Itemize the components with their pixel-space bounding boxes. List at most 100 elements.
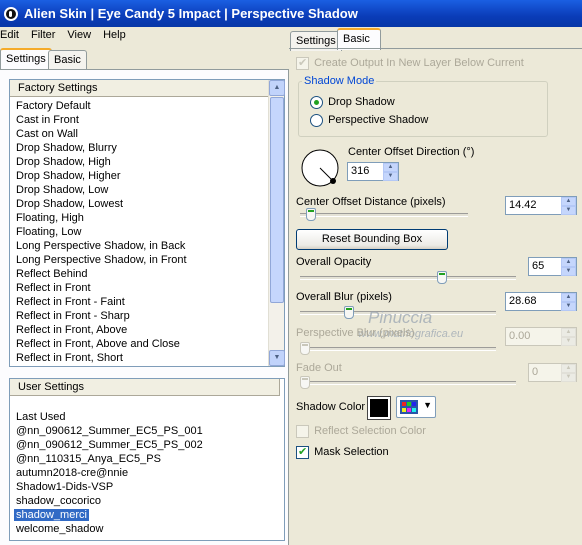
shadow-mode-group bbox=[298, 81, 548, 137]
spin-up-icon[interactable]: ▲ bbox=[383, 163, 398, 172]
perspective-blur-label: Perspective Blur (pixels) bbox=[296, 327, 415, 339]
list-item[interactable]: Reflect in Front - Sharp bbox=[10, 309, 284, 323]
tab-basic-left[interactable]: Basic bbox=[48, 50, 87, 70]
list-item[interactable]: Long Perspective Shadow, in Back bbox=[10, 239, 284, 253]
fade-out-input: 0 ▲ ▼ bbox=[528, 363, 577, 382]
list-item[interactable]: autumn2018-cre@nnie bbox=[10, 466, 284, 480]
perspective-blur-slider bbox=[300, 342, 310, 355]
list-item[interactable]: Last Used bbox=[10, 410, 284, 424]
list-item-label: autumn2018-cre@nnie bbox=[16, 467, 129, 479]
user-settings-list: User Settings Last Used @nn_090612_Summer… bbox=[9, 378, 285, 541]
list-item[interactable]: welcome_shadow bbox=[10, 522, 284, 536]
reflect-selection-color-checkbox bbox=[296, 425, 309, 438]
overall-blur-slider[interactable] bbox=[344, 306, 354, 319]
scroll-up-icon[interactable]: ▲ bbox=[269, 80, 285, 96]
watermark-name: Pinuccia bbox=[368, 308, 433, 327]
menu-help[interactable]: Help bbox=[103, 27, 132, 45]
list-item[interactable]: Reflect Behind bbox=[10, 267, 284, 281]
spin-down-icon: ▼ bbox=[561, 337, 576, 346]
drop-shadow-radio[interactable] bbox=[310, 96, 323, 109]
factory-scrollbar[interactable]: ▲ ▼ bbox=[268, 80, 285, 366]
shadow-mode-legend: Shadow Mode bbox=[302, 75, 377, 87]
menu-edit[interactable]: Edit bbox=[0, 27, 25, 45]
overall-opacity-slider[interactable] bbox=[437, 271, 447, 284]
list-item[interactable]: @nn_090612_Summer_EC5_PS_001 bbox=[10, 424, 284, 438]
dropdown-arrow-icon: ▼ bbox=[423, 400, 432, 410]
list-item[interactable]: Cast in Front bbox=[10, 113, 284, 127]
mask-selection-label: Mask Selection bbox=[314, 446, 389, 459]
list-item-label: @nn_110315_Anya_EC5_PS bbox=[16, 453, 161, 465]
spin-down-icon[interactable]: ▼ bbox=[561, 302, 576, 311]
list-item[interactable]: @nn_110315_Anya_EC5_PS bbox=[10, 452, 284, 466]
list-item[interactable]: Reflect in Front bbox=[10, 281, 284, 295]
create-output-checkbox[interactable] bbox=[296, 56, 309, 70]
spin-up-icon: ▲ bbox=[561, 328, 576, 337]
list-item[interactable]: Floating, High bbox=[10, 211, 284, 225]
list-item[interactable]: Reflect in Front, Above bbox=[10, 323, 284, 337]
perspective-blur-track bbox=[300, 347, 496, 351]
list-item[interactable]: Factory Default bbox=[10, 99, 284, 113]
create-output-label: Create Output In New Layer Below Current bbox=[314, 57, 524, 70]
user-settings-items: Last Used @nn_090612_Summer_EC5_PS_001 @nn… bbox=[10, 396, 284, 536]
spin-down-icon[interactable]: ▼ bbox=[561, 206, 576, 215]
center-offset-distance-track[interactable] bbox=[300, 213, 468, 217]
fade-out-label: Fade Out bbox=[296, 362, 342, 374]
perspective-shadow-radio[interactable] bbox=[310, 114, 323, 127]
alien-skin-app-icon bbox=[4, 6, 18, 21]
tab-settings-left[interactable]: Settings bbox=[0, 48, 52, 70]
color-palette-icon bbox=[400, 400, 418, 414]
list-item[interactable]: Floating, Low bbox=[10, 225, 284, 239]
scroll-down-icon[interactable]: ▼ bbox=[269, 350, 285, 366]
mask-selection-option[interactable]: Mask Selection bbox=[296, 445, 389, 459]
list-item[interactable]: Drop Shadow, Blurry bbox=[10, 141, 284, 155]
overall-blur-input[interactable]: 28.68 ▲ ▼ bbox=[505, 292, 577, 311]
overall-blur-label: Overall Blur (pixels) bbox=[296, 291, 392, 303]
factory-settings-list: Factory Settings Factory Default Cast in … bbox=[9, 79, 285, 367]
perspective-shadow-option[interactable]: Perspective Shadow bbox=[310, 114, 428, 127]
list-item[interactable]: shadow_cocorico bbox=[10, 494, 284, 508]
center-offset-distance-slider[interactable] bbox=[306, 208, 316, 221]
shadow-color-swatch[interactable] bbox=[367, 396, 391, 420]
fade-out-value: 0 bbox=[532, 366, 539, 378]
list-item[interactable]: Drop Shadow, Lowest bbox=[10, 197, 284, 211]
direction-dial-icon[interactable] bbox=[300, 148, 342, 190]
list-item[interactable]: shadow_merci bbox=[10, 508, 284, 522]
spin-up-icon[interactable]: ▲ bbox=[561, 293, 576, 302]
list-item[interactable]: @nn_090612_Summer_EC5_PS_002 bbox=[10, 438, 284, 452]
menu-view[interactable]: View bbox=[67, 27, 97, 45]
list-item[interactable]: Drop Shadow, Low bbox=[10, 183, 284, 197]
overall-opacity-label: Overall Opacity bbox=[296, 256, 372, 268]
window-title: Alien Skin | Eye Candy 5 Impact | Perspe… bbox=[24, 6, 358, 21]
tab-basic-right[interactable]: Basic bbox=[337, 28, 381, 50]
center-offset-distance-value: 14.42 bbox=[509, 199, 537, 211]
list-item[interactable]: Reflect in Front, Short bbox=[10, 351, 284, 365]
list-item[interactable]: Reflect in Front, Above and Close bbox=[10, 337, 284, 351]
color-palette-dropdown[interactable]: ▼ bbox=[396, 396, 436, 418]
list-item[interactable]: Drop Shadow, Higher bbox=[10, 169, 284, 183]
list-item[interactable]: Reflect in Front - Faint bbox=[10, 295, 284, 309]
drop-shadow-option[interactable]: Drop Shadow bbox=[310, 96, 395, 109]
scroll-thumb[interactable] bbox=[270, 97, 284, 303]
perspective-blur-value: 0.00 bbox=[509, 330, 531, 342]
list-item[interactable]: Shadow1-Dids-VSP bbox=[10, 480, 284, 494]
title-bar: Alien Skin | Eye Candy 5 Impact | Perspe… bbox=[0, 0, 582, 27]
mask-selection-checkbox[interactable] bbox=[296, 445, 309, 459]
center-offset-distance-label: Center Offset Distance (pixels) bbox=[296, 196, 446, 208]
list-item[interactable]: Drop Shadow, High bbox=[10, 155, 284, 169]
menu-filter[interactable]: Filter bbox=[31, 27, 61, 45]
overall-opacity-input[interactable]: 65 ▲ ▼ bbox=[528, 257, 577, 276]
overall-opacity-track[interactable] bbox=[300, 276, 516, 280]
spin-down-icon[interactable]: ▼ bbox=[383, 172, 398, 181]
spin-up-icon[interactable]: ▲ bbox=[561, 197, 576, 206]
spin-down-icon[interactable]: ▼ bbox=[561, 267, 576, 276]
list-item[interactable]: Long Perspective Shadow, in Front bbox=[10, 253, 284, 267]
list-item-label: @nn_090612_Summer_EC5_PS_002 bbox=[16, 439, 203, 451]
list-item-label: @nn_090612_Summer_EC5_PS_001 bbox=[16, 425, 203, 437]
list-item[interactable]: Cast on Wall bbox=[10, 127, 284, 141]
center-offset-direction-input[interactable]: 316 ▲ ▼ bbox=[347, 162, 399, 181]
reset-bounding-box-button[interactable]: Reset Bounding Box bbox=[296, 229, 448, 250]
factory-settings-header: Factory Settings bbox=[10, 80, 268, 97]
center-offset-distance-input[interactable]: 14.42 ▲ ▼ bbox=[505, 196, 577, 215]
spin-up-icon[interactable]: ▲ bbox=[561, 258, 576, 267]
reflect-selection-color-option: Reflect Selection Color bbox=[296, 425, 426, 438]
